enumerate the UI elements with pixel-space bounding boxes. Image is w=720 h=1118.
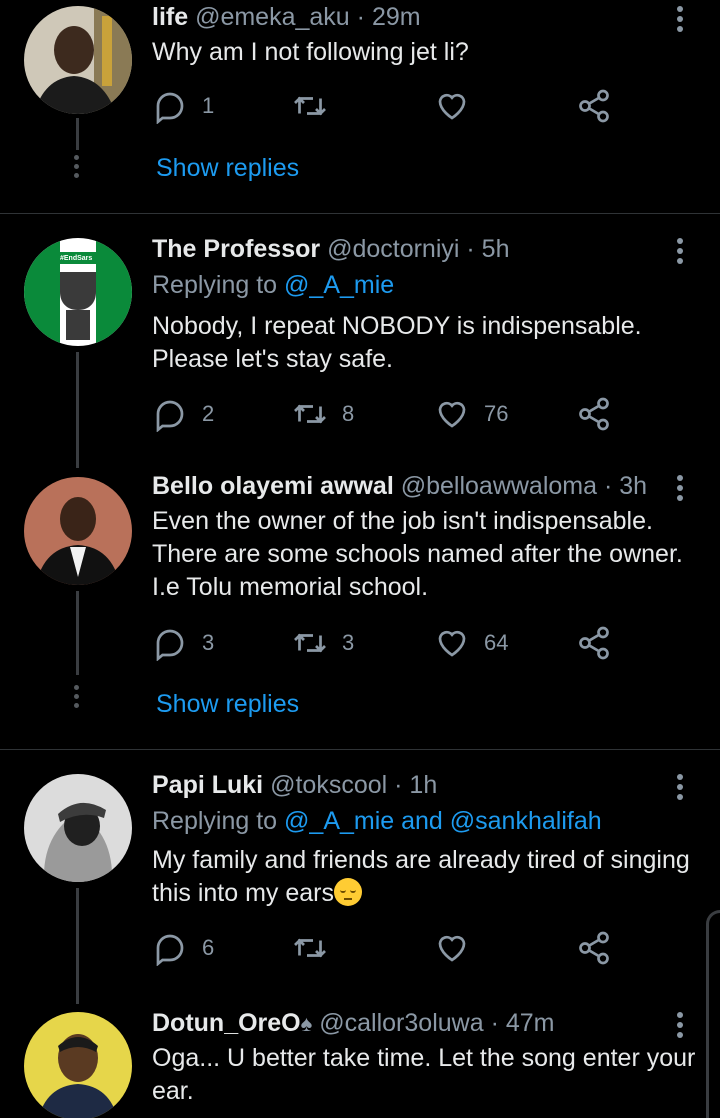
reply-count: 3 [202,630,215,655]
mention-link[interactable]: @_A_mie and @sankhalifah [284,807,602,835]
timestamp: · 5h [466,235,510,263]
like-button[interactable]: 64 [434,623,508,663]
avatar[interactable] [24,1012,132,1118]
reply-button[interactable]: 6 [152,928,214,968]
retweet-button[interactable]: 3 [292,623,354,663]
tweet-5[interactable]: Dotun_OreO♠ @callor3oluwa · 47m Oga... U… [0,998,720,1118]
timestamp: · 3h [603,472,648,500]
retweet-icon [294,633,326,653]
timestamp: · 29m [356,3,421,31]
show-replies-link[interactable]: Show replies [156,154,299,183]
retweet-count: 8 [342,401,355,426]
avatar-badge: #EndSars [60,255,93,262]
replying-prefix: Replying to [152,271,278,299]
tweet-text: Oga... U better take time. Let the song … [152,1044,696,1105]
reply-button[interactable]: 3 [152,623,214,663]
share-button[interactable] [576,928,612,968]
share-icon [579,931,609,965]
like-count: 64 [484,630,509,655]
heart-icon [438,935,466,962]
show-replies-link[interactable]: Show replies [156,690,299,719]
retweet-count: 3 [342,630,355,655]
avatar[interactable] [24,774,132,882]
share-button[interactable] [576,86,612,126]
author-handle[interactable]: @tokscool [270,771,387,799]
more-vertical-icon[interactable] [672,238,688,268]
reply-count: 2 [202,401,215,426]
retweet-button[interactable] [292,86,328,126]
tweet-2[interactable]: #EndSars The Professor @doctorniyi · 5h … [0,214,720,468]
share-icon [579,397,609,431]
author-handle[interactable]: @callor3oluwa [319,1009,483,1037]
heart-icon [438,93,466,120]
share-button[interactable] [576,394,612,434]
reply-icon [156,400,184,432]
reply-count: 1 [202,93,215,118]
author-name[interactable]: life [152,3,188,31]
tweet-text: Nobody, I repeat NOBODY is indispensable… [152,312,642,373]
tweet-4[interactable]: Papi Luki @tokscool · 1h Replying to @_A… [0,750,720,1004]
retweet-icon [294,938,326,958]
retweet-icon [294,96,326,116]
reply-button[interactable]: 1 [152,86,214,126]
reply-icon [156,934,184,966]
replying-to: Replying to @_A_mie and @sankhalifah [152,806,602,836]
more-vertical-icon[interactable] [672,1012,688,1042]
share-icon [579,626,609,660]
more-vertical-icon[interactable] [672,774,688,804]
tweet-text-content: My family and friends are already tired … [152,846,690,907]
mention-link[interactable]: @_A_mie [284,271,394,299]
replying-to: Replying to @_A_mie [152,270,394,300]
avatar[interactable] [24,6,132,114]
avatar[interactable] [24,477,132,585]
like-button[interactable] [434,928,470,968]
tweet-1[interactable]: life @emeka_aku · 29m Why am I not follo… [0,0,720,213]
author-handle[interactable]: @doctorniyi [327,235,459,263]
author-name[interactable]: The Professor [152,235,320,263]
share-icon [579,89,609,123]
timestamp: · 47m [490,1009,555,1037]
reply-icon [156,92,184,124]
author-name[interactable]: Papi Luki [152,771,263,799]
retweet-button[interactable]: 8 [292,394,354,434]
like-button[interactable] [434,86,470,126]
reply-icon [156,629,184,661]
tweet-text: Why am I not following jet li? [152,38,469,66]
pensive-face-emoji [334,878,363,906]
author-handle[interactable]: @belloawwaloma [401,472,597,500]
more-vertical-icon[interactable] [672,6,688,36]
retweet-button[interactable] [292,928,328,968]
scrollbar[interactable] [706,910,720,1118]
avatar[interactable]: #EndSars [24,238,132,346]
tweet-text: Even the owner of the job isn't indispen… [152,507,683,601]
share-button[interactable] [576,623,612,663]
like-count: 76 [484,401,509,426]
tweet-3[interactable]: Bello olayemi awwal @belloawwaloma · 3h … [0,467,720,749]
author-name[interactable]: Dotun_OreO [152,1009,301,1037]
timestamp: · 1h [394,771,438,799]
author-handle[interactable]: @emeka_aku [195,3,350,31]
heart-icon [438,630,466,657]
spade-icon: ♠ [300,1011,313,1036]
reply-button[interactable]: 2 [152,394,214,434]
retweet-icon [294,404,326,424]
like-button[interactable]: 76 [434,394,508,434]
heart-icon [438,401,466,428]
tweet-text: My family and friends are already tired … [152,844,712,910]
more-vertical-icon[interactable] [672,475,688,505]
replying-prefix: Replying to [152,807,278,835]
author-name[interactable]: Bello olayemi awwal [152,472,394,500]
reply-count: 6 [202,935,215,960]
